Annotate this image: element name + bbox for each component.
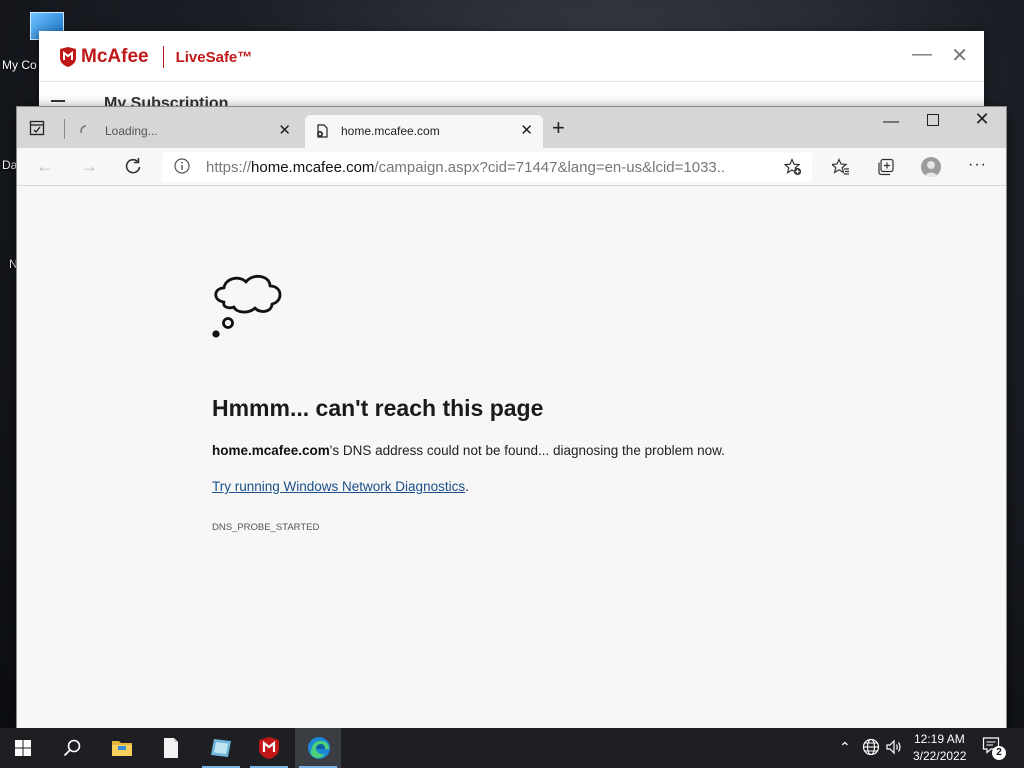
thought-cloud-icon: [212, 275, 282, 338]
forward-button[interactable]: →: [79, 156, 99, 176]
url-host: home.mcafee.com: [251, 159, 375, 176]
notification-count-badge: 2: [992, 746, 1006, 760]
add-favorite-icon[interactable]: [784, 158, 802, 176]
site-info-icon[interactable]: [174, 158, 190, 174]
show-hidden-icons-chevron-icon[interactable]: ⌃: [839, 739, 851, 756]
back-button[interactable]: ←: [35, 156, 55, 176]
minimize-button[interactable]: —: [881, 113, 901, 131]
url-scheme: https://: [206, 159, 252, 176]
tab-divider: [64, 119, 65, 139]
person-icon: [923, 161, 939, 177]
browser-window: Loading... ✕ home.mcafee.com ✕ + — ✕ ← →: [16, 106, 1007, 730]
diagnostics-line: Try running Windows Network Diagnostics.: [212, 479, 469, 494]
close-button[interactable]: ✕: [972, 109, 992, 130]
error-message-text: 's DNS address could not be found... dia…: [329, 443, 725, 458]
document-icon: [164, 738, 178, 758]
error-page: Hmmm... can't reach this page home.mcafe…: [17, 186, 1006, 729]
tab-close-icon[interactable]: ✕: [278, 121, 291, 139]
taskbar-app[interactable]: [198, 728, 244, 768]
edge-browser-icon: [308, 737, 330, 759]
clock-time[interactable]: 12:19 AM: [914, 732, 965, 746]
volume-icon[interactable]: [885, 738, 903, 756]
error-code: DNS_PROBE_STARTED: [212, 522, 320, 533]
browser-toolbar: ← → https://home.mcafee.com/campaign.asp…: [17, 148, 1006, 186]
network-diagnostics-link[interactable]: Try running Windows Network Diagnostics: [212, 479, 465, 494]
address-bar[interactable]: https://home.mcafee.com/campaign.aspx?ci…: [162, 152, 812, 182]
hamburger-menu-icon[interactable]: [51, 100, 65, 102]
taskbar-file-explorer[interactable]: [98, 728, 144, 768]
mcafee-brand: McAfee: [81, 46, 149, 67]
more-options-icon[interactable]: ···: [968, 156, 986, 174]
start-button[interactable]: [0, 728, 46, 768]
tab-loading[interactable]: Loading... ✕: [69, 115, 301, 148]
clock-date[interactable]: 3/22/2022: [913, 749, 966, 763]
desktop-icon-label: My Co: [2, 58, 37, 72]
mcafee-header: McAfee LiveSafe™ — ✕: [39, 31, 984, 82]
url-text[interactable]: https://home.mcafee.com/campaign.aspx?ci…: [206, 159, 726, 176]
tab-title: home.mcafee.com: [341, 124, 440, 138]
tab-actions-icon[interactable]: [29, 120, 45, 136]
logo-divider: [162, 46, 164, 68]
error-host: home.mcafee.com: [212, 443, 330, 458]
app-window-icon: [211, 739, 231, 757]
windows-logo-icon: [15, 740, 31, 756]
url-path: /campaign.aspx?cid=71447&lang=en-us&lcid…: [374, 159, 726, 176]
tab-close-icon[interactable]: ✕: [520, 121, 533, 139]
search-button[interactable]: [48, 728, 94, 768]
mcafee-shield-icon: [60, 47, 76, 67]
taskbar: ⌃ 12:19 AM 3/22/2022 2: [0, 728, 1024, 768]
favorites-icon[interactable]: [832, 158, 850, 176]
mcafee-logo: McAfee LiveSafe™: [59, 46, 252, 68]
link-suffix: .: [465, 479, 469, 494]
search-icon: [63, 739, 81, 757]
collections-icon[interactable]: [877, 158, 895, 176]
taskbar-notepad[interactable]: [148, 728, 194, 768]
mcafee-shield-icon: [259, 737, 279, 759]
mcafee-close-button[interactable]: ✕: [951, 43, 968, 68]
maximize-button[interactable]: [927, 114, 939, 126]
tab-title: Loading...: [105, 124, 158, 138]
error-title: Hmmm... can't reach this page: [212, 395, 544, 421]
new-tab-button[interactable]: +: [552, 117, 565, 139]
refresh-icon[interactable]: [123, 156, 143, 176]
taskbar-mcafee[interactable]: [246, 728, 292, 768]
tab-active[interactable]: home.mcafee.com ✕: [305, 115, 543, 148]
loading-spinner-icon: [80, 125, 87, 134]
network-globe-icon[interactable]: [862, 738, 880, 756]
profile-avatar-icon[interactable]: [921, 157, 941, 177]
folder-icon: [112, 741, 132, 756]
tab-strip: Loading... ✕ home.mcafee.com ✕ + — ✕: [17, 107, 1006, 148]
mcafee-product-name: LiveSafe™: [175, 48, 253, 66]
action-center-button[interactable]: 2: [982, 736, 1006, 760]
mcafee-minimize-button[interactable]: —: [912, 43, 932, 66]
error-page-icon: [317, 124, 328, 138]
error-message: home.mcafee.com's DNS address could not …: [212, 443, 725, 458]
taskbar-edge[interactable]: [295, 728, 341, 768]
